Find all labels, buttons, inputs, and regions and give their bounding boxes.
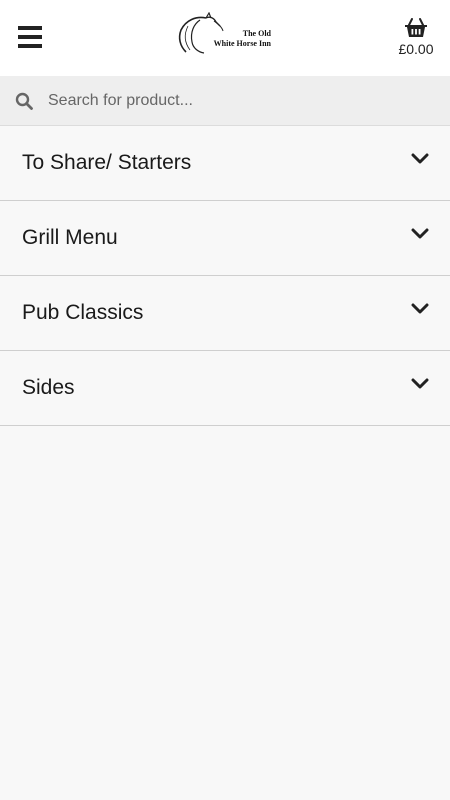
category-label: Pub Classics xyxy=(22,301,144,324)
basket-icon xyxy=(405,18,427,37)
app-screen: The Old White Horse Inn £0.00 To Share/ … xyxy=(0,0,450,800)
search-bar xyxy=(0,76,450,126)
category-item-grill-menu[interactable]: Grill Menu xyxy=(0,201,450,276)
category-item-pub-classics[interactable]: Pub Classics xyxy=(0,276,450,351)
chevron-down-icon xyxy=(411,228,429,239)
hamburger-menu-icon[interactable] xyxy=(18,25,42,49)
logo-line-1: The Old xyxy=(242,29,271,38)
chevron-down-icon xyxy=(411,378,429,389)
top-header: The Old White Horse Inn £0.00 xyxy=(0,0,450,76)
category-label: Sides xyxy=(22,376,75,399)
category-label: Grill Menu xyxy=(22,226,118,249)
menu-bar-middle xyxy=(18,35,42,39)
category-item-sides[interactable]: Sides xyxy=(0,351,450,426)
category-list: To Share/ Starters Grill Menu Pub Classi… xyxy=(0,126,450,426)
search-input[interactable] xyxy=(48,86,428,116)
category-label: To Share/ Starters xyxy=(22,151,192,174)
menu-bar-top xyxy=(18,26,42,30)
search-icon xyxy=(15,92,33,110)
menu-bar-bottom xyxy=(18,44,42,48)
chevron-down-icon xyxy=(411,153,429,164)
category-item-to-share-starters[interactable]: To Share/ Starters xyxy=(0,126,450,201)
chevron-down-icon xyxy=(411,303,429,314)
logo-text: The Old White Horse Inn xyxy=(205,29,271,49)
logo-line-2: White Horse Inn xyxy=(213,39,271,48)
site-logo[interactable]: The Old White Horse Inn xyxy=(176,11,276,58)
basket-total: £0.00 xyxy=(398,41,434,57)
basket-button[interactable]: £0.00 xyxy=(396,18,436,57)
